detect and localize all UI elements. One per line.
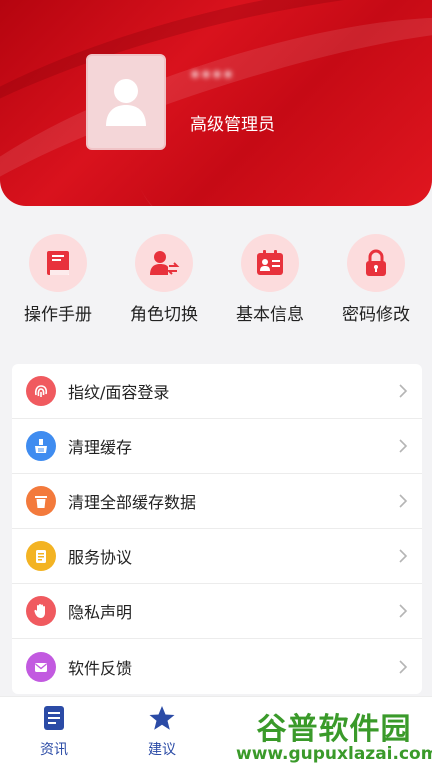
hand-icon	[34, 604, 45, 618]
menu-item-privacy-statement[interactable]: 隐私声明	[12, 584, 422, 639]
chevron-right-icon	[398, 659, 408, 675]
menu-item-label: 服务协议	[68, 548, 133, 567]
menu-item-label: 清理缓存	[68, 438, 133, 457]
fingerprint-icon	[34, 385, 48, 397]
book-icon	[47, 251, 69, 275]
quick-action-role-switch[interactable]: 角色切换	[110, 226, 218, 325]
chevron-right-icon	[398, 438, 408, 454]
user-role: 高级管理员	[190, 115, 275, 135]
trash-icon	[35, 496, 47, 508]
quick-action-label: 密码修改	[342, 305, 410, 325]
watermark: 谷普软件园 www.gupuxlazai.com	[236, 700, 432, 768]
settings-list: 指纹/面容登录 清理缓存 清理全部缓存数据 服务协议 隐私声明 软件反馈	[12, 364, 422, 694]
menu-item-clear-all-cache[interactable]: 清理全部缓存数据	[12, 474, 422, 529]
quick-action-basic-info[interactable]: 基本信息	[216, 226, 324, 325]
quick-actions: 操作手册 角色切换 基本信息 密码修改	[0, 226, 432, 336]
star-icon	[149, 706, 175, 730]
menu-item-label: 隐私声明	[68, 603, 133, 622]
menu-item-service-agreement[interactable]: 服务协议	[12, 529, 422, 584]
watermark-title: 谷普软件园	[256, 712, 412, 747]
quick-action-change-password[interactable]: 密码修改	[322, 226, 430, 325]
avatar[interactable]	[86, 54, 166, 150]
tab-label: 建议	[148, 742, 176, 758]
id-card-icon	[257, 250, 283, 275]
lock-icon	[366, 249, 386, 276]
user-silhouette-icon	[106, 79, 146, 126]
profile-header: **** 高级管理员	[0, 0, 432, 206]
menu-item-label: 清理全部缓存数据	[68, 493, 197, 512]
chevron-right-icon	[398, 548, 408, 564]
user-name: ****	[190, 66, 234, 90]
menu-item-feedback[interactable]: 软件反馈	[12, 639, 422, 694]
quick-action-label: 角色切换	[130, 305, 198, 325]
chevron-right-icon	[398, 603, 408, 619]
menu-item-clear-cache[interactable]: 清理缓存	[12, 419, 422, 474]
menu-item-label: 软件反馈	[68, 658, 133, 678]
broom-icon	[35, 439, 47, 453]
quick-action-label: 操作手册	[24, 305, 92, 325]
chevron-right-icon	[398, 383, 408, 399]
quick-action-manual[interactable]: 操作手册	[4, 226, 112, 325]
document-icon	[36, 550, 46, 563]
tab-label: 资讯	[40, 742, 68, 758]
menu-item-biometric-login[interactable]: 指纹/面容登录	[12, 364, 422, 419]
watermark-url: www.gupuxlazai.com	[236, 744, 432, 764]
quick-action-label: 基本信息	[236, 305, 304, 325]
user-switch-icon	[150, 251, 180, 275]
tab-suggestions[interactable]: 建议	[108, 705, 216, 759]
mail-icon	[35, 662, 47, 672]
menu-item-label: 指纹/面容登录	[68, 383, 170, 402]
news-icon	[44, 706, 64, 730]
chevron-right-icon	[398, 493, 408, 509]
tab-news[interactable]: 资讯	[0, 705, 108, 759]
